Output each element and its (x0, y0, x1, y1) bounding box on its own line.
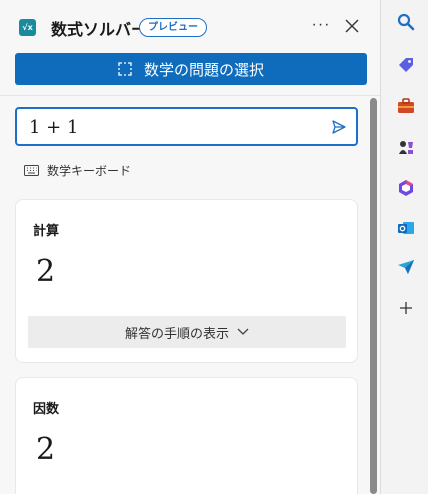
edge-sidebar (382, 0, 428, 494)
scrollbar-thumb[interactable] (370, 98, 377, 494)
chevron-down-icon (237, 328, 249, 335)
calculation-card-title: 計算 (33, 223, 60, 238)
more-icon: ··· (311, 16, 331, 33)
select-math-problem-button[interactable]: 数学の問題の選択 (15, 53, 367, 85)
results-scroll-area[interactable]: 1 + 1 数学キーボード 計算 2 解答の手順の表示 因数 2 (0, 96, 381, 494)
close-icon (345, 19, 359, 33)
factor-card: 因数 2 (15, 377, 358, 494)
plus-icon[interactable] (396, 298, 416, 318)
factor-result: 2 (36, 432, 56, 467)
send-icon[interactable] (396, 257, 416, 277)
search-icon[interactable] (396, 12, 416, 32)
close-button[interactable] (341, 15, 363, 37)
more-options-button[interactable]: ··· (310, 14, 332, 36)
math-keyboard-label: 数学キーボード (47, 163, 132, 178)
panel-title: 数式ソルバー (51, 22, 148, 39)
keyboard-icon (24, 164, 39, 176)
submit-arrow-icon[interactable] (331, 119, 347, 135)
math-solver-app-icon: √x (19, 19, 36, 36)
preview-badge: プレビュー (139, 18, 207, 37)
outlook-icon[interactable] (396, 218, 416, 238)
tag-icon[interactable] (396, 55, 416, 75)
factor-card-title: 因数 (33, 401, 60, 416)
office-icon[interactable] (396, 178, 416, 198)
toolbox-icon[interactable] (396, 96, 416, 116)
math-input-field[interactable]: 1 + 1 (15, 107, 358, 146)
math-solver-panel: √x 数式ソルバー プレビュー ··· 数学の問題の選択 1 + 1 数学キーボ… (0, 0, 381, 494)
math-input-value[interactable]: 1 + 1 (29, 117, 78, 138)
calculation-card: 計算 2 解答の手順の表示 (15, 199, 358, 363)
chess-icon[interactable] (396, 137, 416, 157)
show-solution-steps-button[interactable]: 解答の手順の表示 (28, 316, 346, 348)
show-solution-steps-label: 解答の手順の表示 (124, 325, 229, 341)
panel-header: √x 数式ソルバー プレビュー ··· (0, 0, 381, 52)
math-keyboard-toggle[interactable]: 数学キーボード (24, 160, 131, 180)
selection-frame-icon (118, 62, 132, 76)
select-math-problem-label: 数学の問題の選択 (143, 61, 264, 79)
calculation-result: 2 (36, 254, 56, 289)
